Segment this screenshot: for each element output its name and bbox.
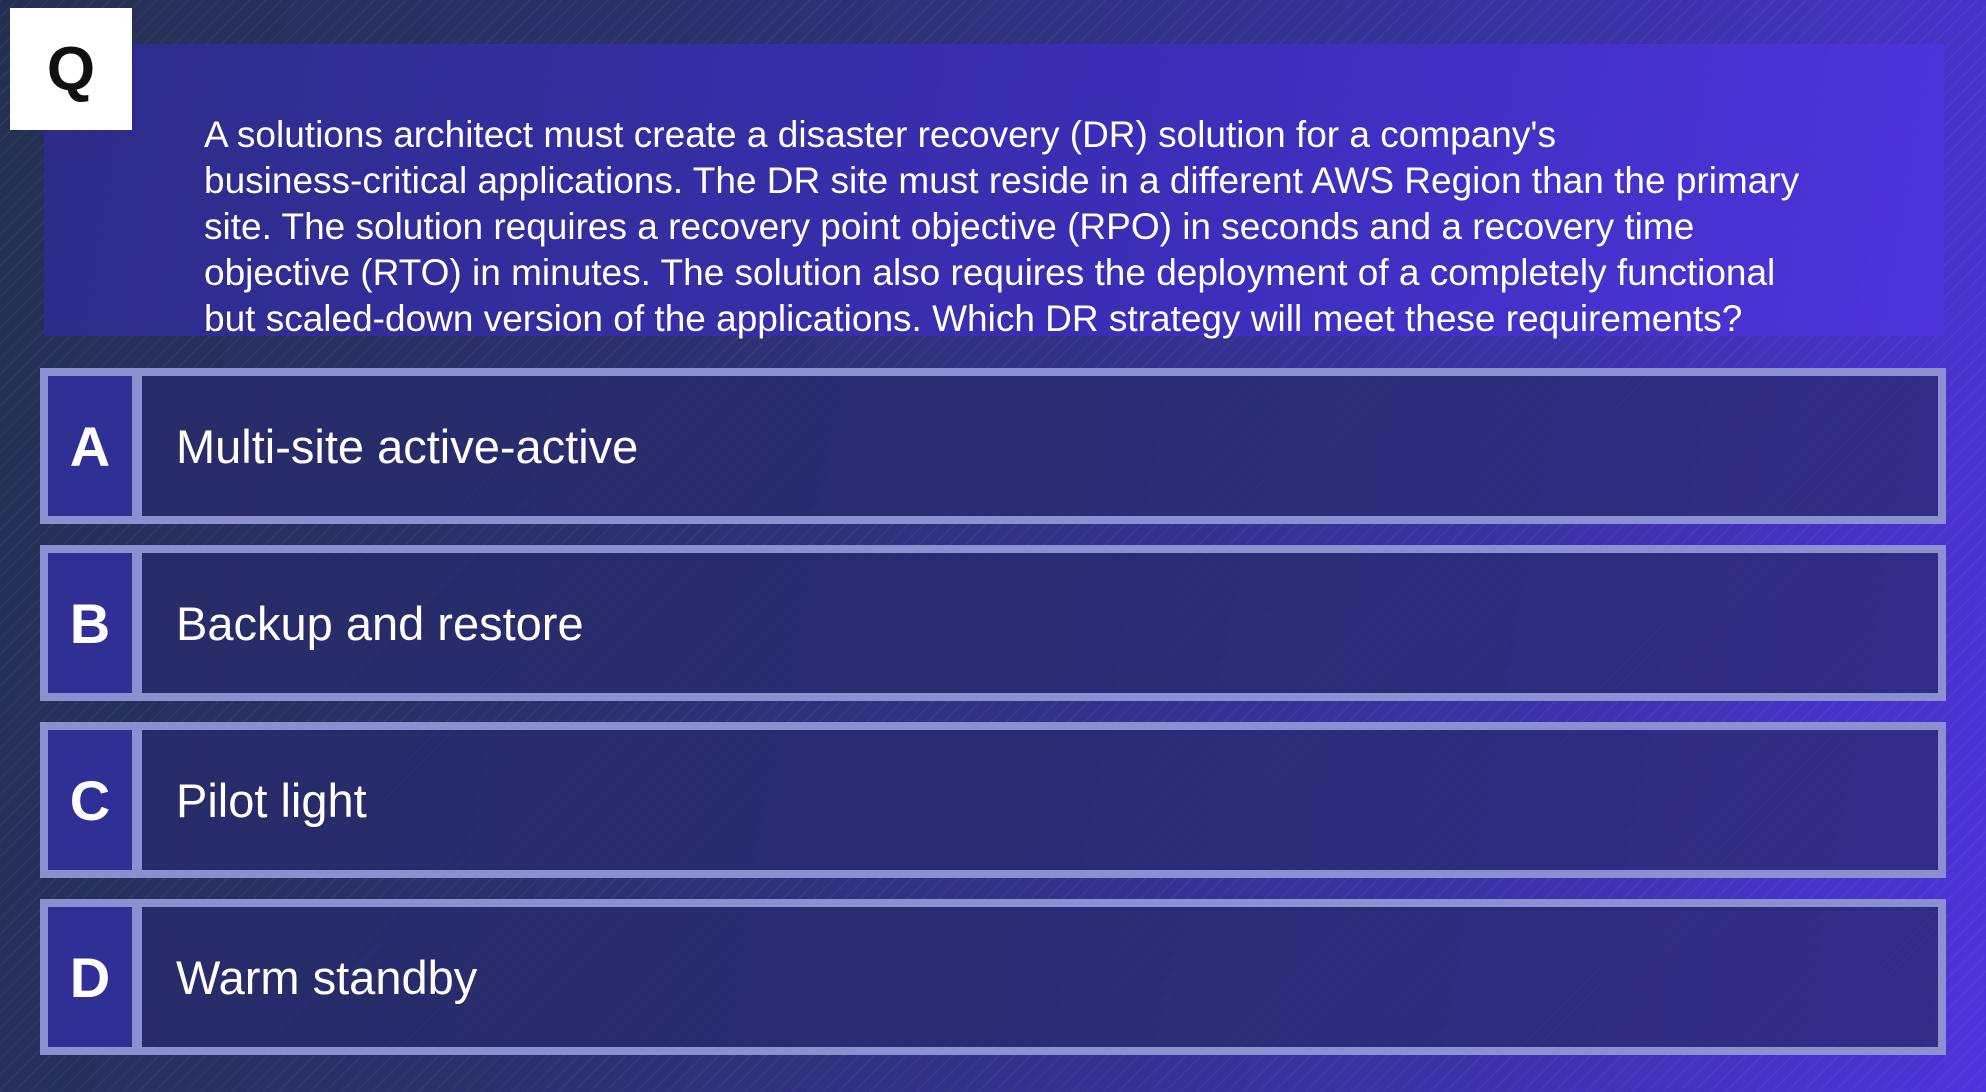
question-badge: Q xyxy=(10,8,132,130)
answer-option-a[interactable]: A Multi-site active-active xyxy=(40,368,1946,524)
question-panel: A solutions architect must create a disa… xyxy=(44,44,1944,339)
answer-option-c[interactable]: C Pilot light xyxy=(40,722,1946,878)
option-letter: B xyxy=(48,553,142,693)
option-label: Pilot light xyxy=(176,773,367,827)
option-letter: A xyxy=(48,376,142,516)
question-text: A solutions architect must create a disa… xyxy=(204,112,1924,342)
option-letter: D xyxy=(48,907,142,1047)
question-line: business-critical applications. The DR s… xyxy=(204,160,1800,201)
question-line: objective (RTO) in minutes. The solution… xyxy=(204,252,1776,293)
option-label: Multi-site active-active xyxy=(176,419,639,473)
answer-option-b[interactable]: B Backup and restore xyxy=(40,545,1946,701)
option-letter: C xyxy=(48,730,142,870)
option-label: Backup and restore xyxy=(176,596,584,650)
question-line: A solutions architect must create a disa… xyxy=(204,114,1556,155)
answer-option-d[interactable]: D Warm standby xyxy=(40,899,1946,1055)
question-line: site. The solution requires a recovery p… xyxy=(204,206,1695,247)
option-label: Warm standby xyxy=(176,950,478,1004)
question-line: but scaled-down version of the applicati… xyxy=(204,298,1743,339)
